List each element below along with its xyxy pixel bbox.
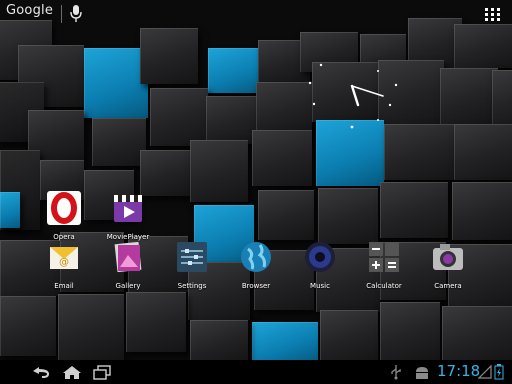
app-label: Music — [310, 282, 330, 290]
app-calculator[interactable]: Calculator — [354, 239, 414, 290]
app-browser[interactable]: Browser — [226, 239, 286, 290]
gallery-icon — [114, 241, 142, 273]
app-label: Email — [54, 282, 74, 290]
android-icon — [416, 367, 428, 379]
app-camera[interactable]: Camera — [418, 239, 478, 290]
movie-player-icon — [114, 195, 142, 222]
music-speaker-icon — [305, 242, 335, 272]
svg-text:@: @ — [59, 257, 69, 268]
app-opera[interactable]: Opera — [34, 190, 94, 241]
app-gallery[interactable]: Gallery — [98, 239, 158, 290]
camera-icon — [433, 244, 463, 270]
app-label: Settings — [177, 282, 207, 290]
wifi-icon — [478, 364, 492, 379]
app-label: Calculator — [366, 282, 402, 290]
home-icon[interactable] — [60, 364, 84, 380]
app-email[interactable]: @ Email — [34, 239, 94, 290]
opera-icon — [47, 191, 81, 225]
status-clock[interactable]: 17:18 — [437, 362, 480, 380]
microphone-icon[interactable] — [68, 4, 84, 24]
app-movieplayer[interactable]: MoviePlayer — [98, 190, 158, 241]
settings-icon — [177, 242, 207, 272]
usb-icon — [391, 365, 401, 380]
app-settings[interactable]: Settings — [162, 239, 222, 290]
browser-globe-icon — [241, 242, 271, 272]
app-label: Gallery — [115, 282, 141, 290]
wallpaper — [0, 0, 512, 360]
all-apps-icon[interactable] — [484, 7, 502, 21]
top-bar: Google — [0, 0, 512, 30]
app-label: Browser — [241, 282, 271, 290]
search-divider — [61, 5, 62, 23]
battery-icon — [494, 364, 504, 380]
app-label: Camera — [434, 282, 462, 290]
calculator-icon — [369, 242, 399, 272]
navigation-bar: 17:18 — [0, 360, 512, 384]
google-search-bar[interactable]: Google — [6, 3, 53, 18]
analog-clock-widget[interactable] — [300, 55, 420, 135]
app-music[interactable]: Music — [290, 239, 350, 290]
recent-apps-icon[interactable] — [90, 364, 114, 380]
email-icon: @ — [50, 247, 78, 269]
back-icon[interactable] — [30, 364, 54, 380]
